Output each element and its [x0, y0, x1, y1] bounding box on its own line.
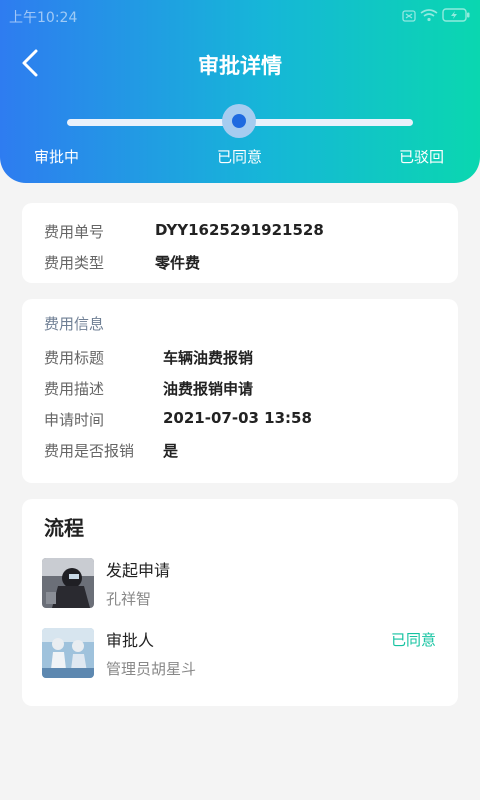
apply-time-value: 2021-07-03 13:58 — [163, 409, 312, 427]
fee-no-label: 费用单号 — [44, 223, 105, 241]
fee-info-section-title: 费用信息 — [44, 315, 105, 333]
fee-title-label: 费用标题 — [44, 349, 105, 367]
fee-desc-value: 油费报销申请 — [163, 380, 254, 398]
process-step-person: 管理员胡星斗 — [106, 660, 197, 678]
fee-title-value: 车辆油费报销 — [163, 349, 254, 367]
sim-icon — [402, 7, 416, 26]
progress-indicator — [222, 104, 256, 138]
reimburse-value: 是 — [163, 442, 179, 460]
process-step-name: 发起申请 — [106, 561, 171, 580]
fee-no-row: 费用单号 DYY1625291921528 — [44, 221, 324, 242]
step-reviewing: 审批中 — [34, 148, 80, 166]
fee-info-card: 费用信息 费用标题 车辆油费报销 费用描述 油费报销申请 申请时间 2021-0… — [22, 299, 458, 483]
header: 上午10:24 审批详情 审批中 已同意 已驳回 — [0, 0, 480, 183]
basic-info-card: 费用单号 DYY1625291921528 费用类型 零件费 — [22, 203, 458, 283]
fee-desc-label: 费用描述 — [44, 380, 105, 398]
apply-time-row: 申请时间 2021-07-03 13:58 — [44, 409, 312, 430]
fee-type-row: 费用类型 零件费 — [44, 252, 200, 273]
fee-desc-row: 费用描述 油费报销申请 — [44, 378, 253, 399]
wifi-icon — [420, 7, 438, 26]
process-step-person: 孔祥智 — [106, 590, 152, 608]
process-step-status: 已同意 — [390, 631, 436, 649]
step-rejected: 已驳回 — [399, 148, 445, 166]
fee-title-row: 费用标题 车辆油费报销 — [44, 347, 253, 368]
avatar — [42, 628, 94, 678]
fee-type-value: 零件费 — [155, 254, 201, 272]
apply-time-label: 申请时间 — [44, 411, 105, 429]
fee-no-value: DYY1625291921528 — [155, 221, 324, 239]
page-title: 审批详情 — [198, 54, 282, 78]
avatar — [42, 558, 94, 608]
reimburse-label: 费用是否报销 — [44, 442, 135, 460]
status-time: 上午10:24 — [9, 10, 78, 26]
process-title: 流程 — [44, 516, 84, 540]
step-approved: 已同意 — [217, 148, 263, 166]
status-bar: 上午10:24 — [0, 0, 480, 30]
process-step-name: 审批人 — [106, 631, 155, 650]
process-card: 流程 发起申请 孔祥智 审批人 管理员胡星斗 已同意 — [22, 499, 458, 706]
battery-icon — [442, 7, 470, 26]
fee-type-label: 费用类型 — [44, 254, 105, 272]
reimburse-row: 费用是否报销 是 — [44, 440, 178, 461]
